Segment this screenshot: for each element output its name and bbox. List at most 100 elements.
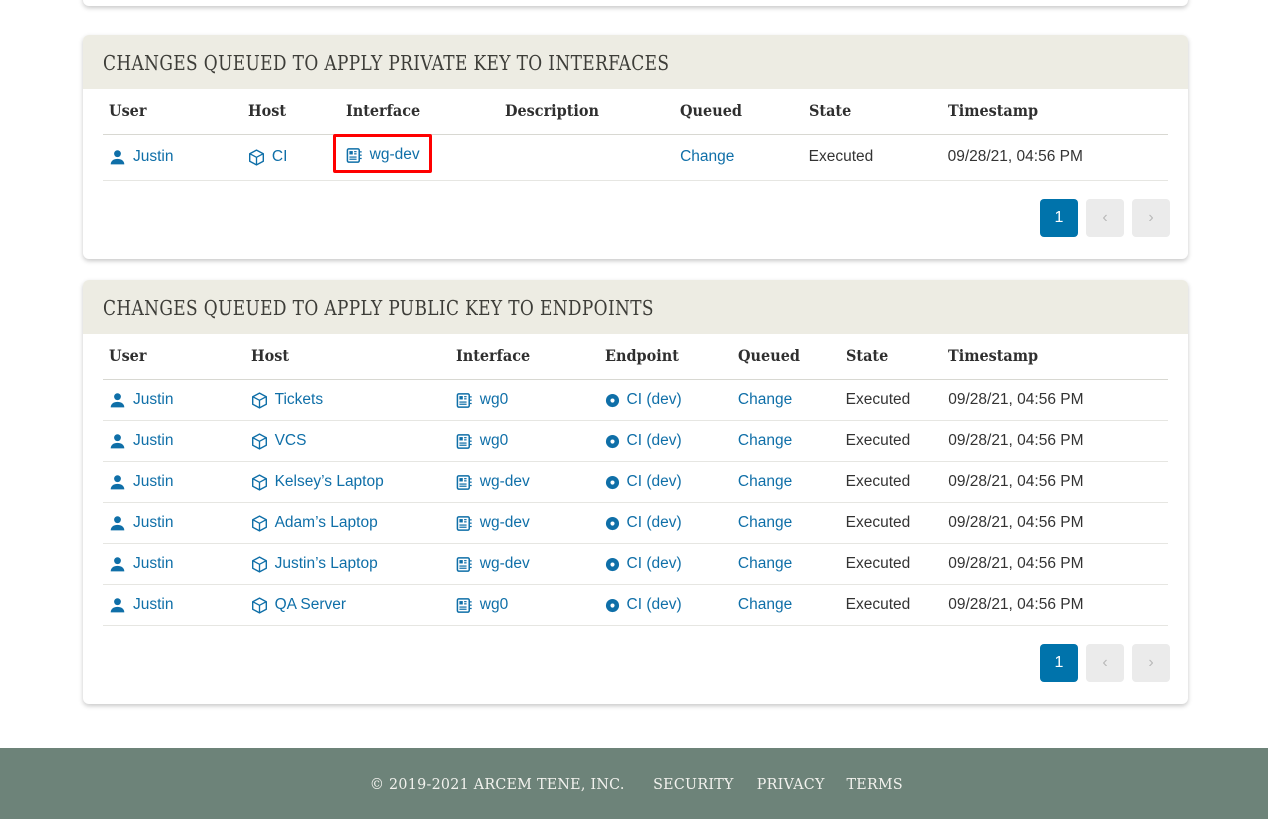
- queued-change-link[interactable]: Change: [738, 391, 792, 408]
- page-footer: © 2019-2021 Arcem Tene, Inc. Security Pr…: [0, 748, 1268, 819]
- table-public-key-endpoints: User Host Interface Endpoint Queued Stat…: [103, 334, 1168, 626]
- footer-link-privacy[interactable]: Privacy: [755, 775, 826, 793]
- cell-interface: wg-dev: [332, 134, 500, 181]
- footer-link-security[interactable]: Security: [651, 775, 736, 793]
- table-row: Justin Justin’s Laptop wg-dev CI (dev) Chang…: [103, 543, 1168, 585]
- cell-host: VCS: [244, 420, 450, 462]
- host-link[interactable]: VCS: [275, 432, 307, 450]
- next-page-button[interactable]: ›: [1132, 644, 1170, 682]
- host-link[interactable]: Tickets: [275, 391, 324, 409]
- col-interface: Interface: [339, 89, 500, 135]
- endpoint-dot-icon: [605, 434, 620, 449]
- user-link[interactable]: Justin: [133, 148, 174, 166]
- cell-interface: wg-dev: [449, 543, 599, 585]
- interface-link[interactable]: wg0: [480, 391, 508, 409]
- queued-change-link[interactable]: Change: [738, 514, 792, 531]
- endpoint-link[interactable]: CI (dev): [627, 432, 682, 450]
- interface-card-icon: [456, 433, 473, 450]
- cell-host: Adam’s Laptop: [244, 502, 450, 544]
- user-link[interactable]: Justin: [133, 432, 174, 450]
- interface-card-icon: [456, 597, 473, 614]
- interface-link[interactable]: wg0: [480, 432, 508, 450]
- prev-page-button[interactable]: ‹: [1086, 198, 1124, 237]
- cube-icon: [251, 555, 268, 573]
- cell-timestamp: 09/28/21, 04:56 PM: [942, 502, 1168, 544]
- endpoint-link[interactable]: CI (dev): [627, 391, 682, 409]
- host-link[interactable]: QA Server: [275, 596, 347, 614]
- cell-queued: Change: [731, 502, 840, 544]
- cell-interface: wg0: [449, 584, 599, 626]
- cube-icon: [251, 514, 268, 532]
- table-row: Justin CI wg-dev Change Executed 09/28/2…: [103, 134, 1168, 181]
- col-endpoint: Endpoint: [598, 334, 732, 380]
- host-link[interactable]: Adam’s Laptop: [275, 514, 378, 532]
- cell-endpoint: CI (dev): [598, 461, 732, 503]
- cell-timestamp: 09/28/21, 04:56 PM: [942, 461, 1168, 503]
- cell-endpoint: CI (dev): [598, 379, 732, 421]
- user-icon: [109, 433, 126, 450]
- cell-host: QA Server: [244, 584, 450, 626]
- cell-state: Executed: [839, 502, 943, 544]
- user-link[interactable]: Justin: [133, 391, 174, 409]
- endpoint-dot-icon: [605, 475, 620, 490]
- queued-change-link[interactable]: Change: [738, 555, 792, 572]
- cell-endpoint: CI (dev): [598, 502, 732, 544]
- col-queued: Queued: [674, 89, 803, 135]
- cell-state: Executed: [839, 379, 943, 421]
- queued-change-link[interactable]: Change: [680, 148, 734, 165]
- interface-link[interactable]: wg-dev: [480, 514, 530, 532]
- user-link[interactable]: Justin: [133, 514, 174, 532]
- table-row: Justin Kelsey’s Laptop wg-dev CI (dev) Chang…: [103, 461, 1168, 503]
- interface-link[interactable]: wg0: [480, 596, 508, 614]
- user-icon: [109, 474, 126, 491]
- user-link[interactable]: Justin: [133, 473, 174, 491]
- cube-icon: [251, 432, 268, 450]
- table-row: Justin Tickets wg0 CI (dev) Change Executed 09…: [103, 379, 1168, 421]
- cell-interface: wg-dev: [449, 461, 599, 503]
- user-link[interactable]: Justin: [133, 596, 174, 614]
- card-public-key-endpoints: Changes queued to apply public key to en…: [83, 280, 1188, 704]
- cell-state: Executed: [802, 134, 942, 181]
- cell-state: Executed: [839, 543, 943, 585]
- queued-change-link[interactable]: Change: [738, 596, 792, 613]
- cell-endpoint: CI (dev): [598, 420, 732, 462]
- cell-host: Tickets: [244, 379, 450, 421]
- interface-link[interactable]: wg-dev: [370, 146, 420, 164]
- queued-change-link[interactable]: Change: [738, 432, 792, 449]
- user-link[interactable]: Justin: [133, 555, 174, 573]
- host-link[interactable]: CI: [272, 148, 288, 166]
- endpoint-link[interactable]: CI (dev): [627, 555, 682, 573]
- next-page-button[interactable]: ›: [1132, 198, 1170, 237]
- cell-queued: Change: [674, 134, 803, 181]
- cell-timestamp: 09/28/21, 04:56 PM: [942, 420, 1168, 462]
- page-1-button[interactable]: 1: [1040, 644, 1078, 682]
- cell-queued: Change: [731, 379, 840, 421]
- host-link[interactable]: Justin’s Laptop: [275, 555, 378, 573]
- cell-timestamp: 09/28/21, 04:56 PM: [941, 134, 1168, 181]
- cell-state: Executed: [839, 584, 943, 626]
- cell-user: Justin: [103, 584, 245, 626]
- interface-link[interactable]: wg-dev: [480, 555, 530, 573]
- col-host: Host: [244, 334, 450, 380]
- interface-link[interactable]: wg-dev: [480, 473, 530, 491]
- cell-host: CI: [241, 134, 340, 181]
- footer-link-terms[interactable]: Terms: [845, 775, 904, 793]
- cell-host: Justin’s Laptop: [244, 543, 450, 585]
- endpoint-link[interactable]: CI (dev): [627, 596, 682, 614]
- user-icon: [109, 515, 126, 532]
- endpoint-link[interactable]: CI (dev): [627, 473, 682, 491]
- col-user: User: [103, 334, 245, 380]
- endpoint-link[interactable]: CI (dev): [627, 514, 682, 532]
- table-private-key-interfaces: User Host Interface Description Queued S…: [103, 89, 1168, 181]
- col-timestamp: Timestamp: [941, 89, 1168, 135]
- col-state: State: [802, 89, 942, 135]
- prev-page-button[interactable]: ‹: [1086, 644, 1124, 682]
- host-link[interactable]: Kelsey’s Laptop: [275, 473, 384, 491]
- endpoint-dot-icon: [605, 393, 620, 408]
- queued-change-link[interactable]: Change: [738, 473, 792, 490]
- page-1-button[interactable]: 1: [1040, 198, 1078, 237]
- cell-description: [499, 134, 675, 181]
- cell-timestamp: 09/28/21, 04:56 PM: [942, 543, 1168, 585]
- table-row: Justin QA Server wg0 CI (dev) Change Executed…: [103, 584, 1168, 626]
- col-timestamp: Timestamp: [942, 334, 1168, 380]
